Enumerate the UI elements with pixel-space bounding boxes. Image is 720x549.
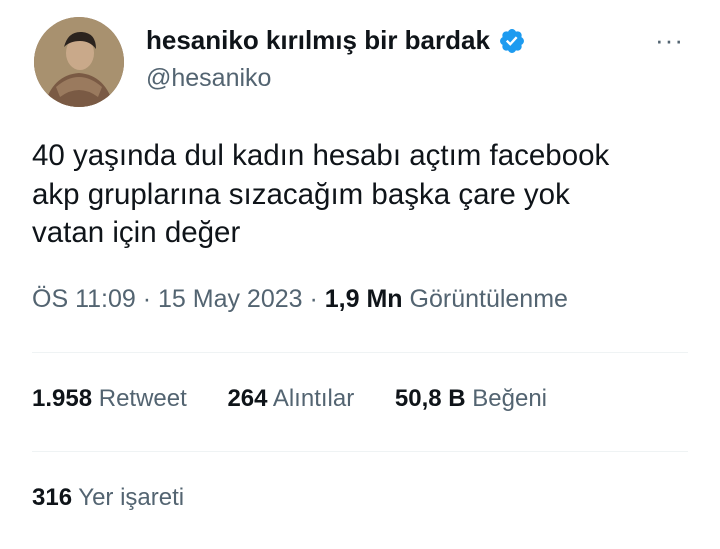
likes-count: 50,8 B (394, 385, 466, 412)
meta-separator: · (135, 285, 158, 313)
divider (32, 451, 688, 452)
tweet-time[interactable]: ÖS 11:09 (32, 285, 136, 313)
more-options-icon[interactable]: ··· (655, 27, 684, 53)
tweet-text: 40 yaşında dul kadın hesabı açtım facebo… (32, 137, 682, 253)
avatar-image (34, 17, 124, 107)
tweet-date[interactable]: 15 May 2023 (158, 285, 303, 313)
bookmarks-count: 316 (32, 484, 73, 511)
retweets-label: Retweet (98, 385, 187, 412)
tweet-text-line: vatan için değer (32, 216, 241, 249)
bookmarks-label: Yer işareti (78, 484, 185, 511)
author-name-row: hesaniko kırılmış bir bardak (146, 25, 526, 56)
meta-separator: · (302, 285, 325, 313)
quotes-stat[interactable]: 264 Alıntılar (227, 385, 354, 413)
author-handle[interactable]: @hesaniko (146, 64, 271, 93)
quotes-count: 264 (227, 385, 268, 412)
avatar[interactable] (34, 17, 124, 107)
engagement-stats: 1.958 Retweet 264 Alıntılar 50,8 B Beğen… (32, 385, 581, 413)
bookmarks-stat[interactable]: 316 Yer işareti (32, 484, 184, 512)
quotes-label: Alıntılar (272, 385, 355, 412)
likes-label: Beğeni (472, 385, 548, 412)
retweets-stat[interactable]: 1.958 Retweet (32, 385, 187, 413)
views-label: Görüntülenme (409, 285, 568, 313)
tweet-text-line: 40 yaşında dul kadın hesabı açtım facebo… (32, 139, 610, 172)
author-display-name[interactable]: hesaniko kırılmış bir bardak (146, 25, 490, 56)
tweet-meta: ÖS 11:09 · 15 May 2023 · 1,9 Mn Görüntül… (32, 285, 568, 314)
likes-stat[interactable]: 50,8 B Beğeni (395, 385, 547, 413)
verified-badge-icon (499, 28, 524, 53)
retweets-count: 1.958 (32, 385, 93, 412)
views-count: 1,9 Mn (324, 285, 403, 313)
tweet-text-line: akp gruplarına sızacağım başka çare yok (32, 177, 570, 211)
divider (32, 352, 688, 353)
